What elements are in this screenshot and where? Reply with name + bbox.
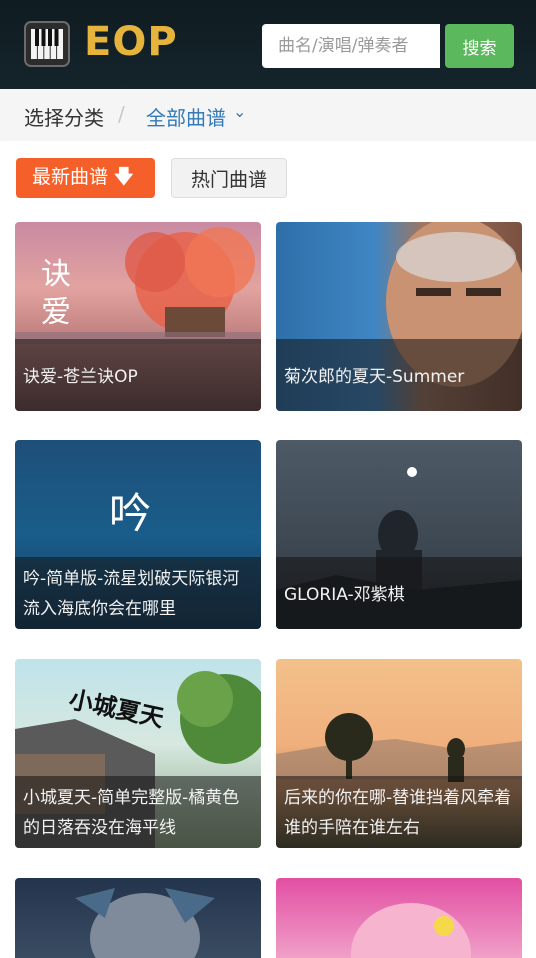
breadcrumb-separator: / (118, 102, 125, 126)
sort-hot-button[interactable]: 热门曲谱 (171, 158, 287, 198)
sort-newest-button[interactable]: 最新曲谱 🡇 (16, 158, 155, 198)
score-card[interactable]: 后来的你在哪-替谁挡着风牵着谁的手陪在谁左右 (276, 659, 522, 848)
card-title[interactable]: 后来的你在哪-替谁挡着风牵着谁的手陪在谁左右 (276, 776, 522, 848)
card-art-text: 诀爱 (41, 257, 71, 330)
card-art-text: 吟 (109, 489, 152, 538)
top-navbar: EOP 搜索 (0, 0, 536, 89)
score-card[interactable]: 吟 吟-简单版-流星划破天际银河流入海底你会在哪里 (15, 440, 261, 629)
score-card[interactable]: GLORIA-邓紫棋 (276, 440, 522, 629)
piano-keys-icon[interactable] (24, 21, 70, 67)
card-title[interactable]: 诀爱-苍兰诀OP (15, 339, 261, 411)
score-card[interactable] (15, 878, 261, 958)
arrow-down-icon: 🡇 (114, 165, 134, 188)
card-title[interactable]: 菊次郎的夏天-Summer (276, 339, 522, 411)
category-dropdown[interactable]: 全部曲谱 (146, 102, 226, 131)
card-thumbnail (75, 888, 215, 958)
search-button[interactable]: 搜索 (445, 24, 514, 68)
card-title[interactable]: 小城夏天-简单完整版-橘黄色的日落吞没在海平线 (15, 776, 261, 848)
card-title[interactable]: 吟-简单版-流星划破天际银河流入海底你会在哪里 (15, 557, 261, 629)
score-card[interactable]: 菊次郎的夏天-Summer (276, 222, 522, 411)
score-card[interactable]: 诀爱 诀爱-苍兰诀OP (15, 222, 261, 411)
category-bar: 选择分类 / 全部曲谱 ⌄ (0, 89, 536, 141)
chevron-down-icon[interactable]: ⌄ (233, 102, 246, 121)
score-card[interactable] (276, 878, 522, 958)
search-input[interactable] (262, 24, 440, 68)
card-title[interactable]: GLORIA-邓紫棋 (276, 557, 522, 629)
card-thumbnail (351, 903, 471, 958)
category-label: 选择分类 (24, 106, 104, 130)
score-card[interactable]: 小城夏天 小城夏天-简单完整版-橘黄色的日落吞没在海平线 (15, 659, 261, 848)
site-logo-text[interactable]: EOP (84, 19, 178, 65)
sort-newest-label: 最新曲谱 (32, 165, 109, 188)
